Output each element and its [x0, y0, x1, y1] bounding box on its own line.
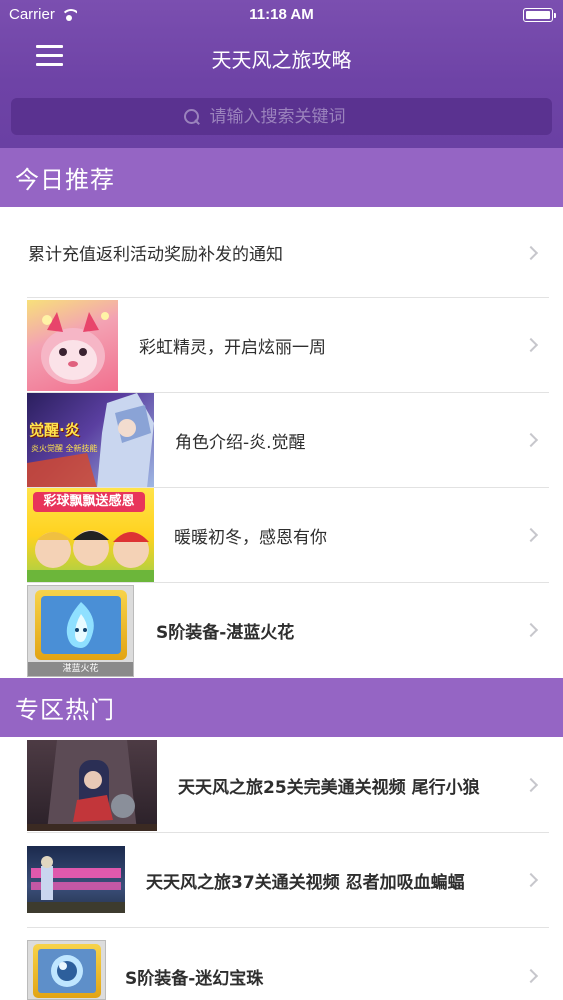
item-caption: 湛蓝火花: [28, 662, 133, 676]
video-thumbnail: [27, 740, 157, 831]
list-item[interactable]: 天天风之旅37关通关视频 忍者加吸血蝙蝠: [0, 833, 563, 928]
game-scene-image: [27, 740, 157, 831]
list-item-label: 天天风之旅25关完美通关视频 尾行小狼: [178, 777, 480, 798]
item-frame: [33, 944, 101, 998]
list-item[interactable]: 湛蓝火花 S阶装备-湛蓝火花: [0, 583, 563, 678]
characters-image: [27, 530, 154, 583]
status-time: 11:18 AM: [249, 6, 314, 23]
list-item-label: 角色介绍-炎.觉醒: [175, 433, 306, 453]
thumbnail-title: 觉醒·炎: [29, 421, 80, 439]
section-header-today: 今日推荐: [0, 148, 563, 207]
section-header-hot: 专区热门: [0, 678, 563, 737]
list-item-label: 彩虹精灵，开启炫丽一周: [139, 338, 326, 358]
article-thumbnail: 觉醒·炎 炎火觉醒 全新技能: [27, 393, 154, 488]
list-item-label: 暖暖初冬，感恩有你: [174, 528, 327, 548]
chevron-right-icon: [523, 337, 539, 353]
crystal-orb-image: [51, 955, 83, 987]
chevron-right-icon: [523, 968, 539, 984]
list-item[interactable]: 彩球飘飘送感恩 暖暖初冬，感恩有你: [0, 488, 563, 583]
list-item-label: S阶装备-迷幻宝珠: [125, 968, 264, 989]
list-item[interactable]: 彩虹精灵，开启炫丽一周: [0, 298, 563, 393]
video-thumbnail: [27, 846, 125, 913]
search-icon: [183, 108, 200, 125]
list-item-label: 累计充值返利活动奖励补发的通知: [28, 245, 283, 265]
article-thumbnail: 彩球飘飘送感恩: [27, 488, 154, 583]
list-item[interactable]: 觉醒·炎 炎火觉醒 全新技能 角色介绍-炎.觉醒: [0, 393, 563, 488]
chevron-right-icon: [523, 527, 539, 543]
battery-icon: [523, 8, 556, 22]
character-art-image: [27, 393, 154, 488]
chevron-right-icon: [523, 777, 539, 793]
chevron-right-icon: [523, 622, 539, 638]
game-scene-image: [27, 856, 125, 913]
navigation-bar: Carrier 11:18 AM 天天风之旅攻略: [0, 0, 563, 148]
pink-spirit-image: [41, 312, 109, 384]
article-thumbnail: [27, 300, 118, 391]
page-title: 天天风之旅攻略: [211, 48, 352, 72]
article-thumbnail: [27, 940, 106, 1000]
list-item[interactable]: S阶装备-迷幻宝珠: [0, 928, 563, 1000]
chevron-right-icon: [523, 245, 539, 261]
status-bar: Carrier 11:18 AM: [0, 0, 563, 30]
search-bar[interactable]: [11, 98, 552, 135]
list-item-label: 天天风之旅37关通关视频 忍者加吸血蝙蝠: [146, 873, 465, 893]
search-input[interactable]: [209, 106, 380, 127]
chevron-right-icon: [523, 872, 539, 888]
item-frame: [35, 590, 127, 660]
list-item[interactable]: 累计充值返利活动奖励补发的通知: [0, 207, 563, 298]
blue-flame-image: [66, 602, 94, 648]
list-item[interactable]: 天天风之旅25关完美通关视频 尾行小狼: [0, 737, 563, 833]
chevron-right-icon: [523, 432, 539, 448]
article-thumbnail: 湛蓝火花: [27, 585, 134, 677]
item-frame-inner: [38, 949, 96, 993]
item-frame-inner: [41, 596, 121, 654]
list-item-label: S阶装备-湛蓝火花: [156, 623, 295, 643]
thumbnail-subtitle: 炎火觉醒 全新技能: [31, 444, 98, 453]
